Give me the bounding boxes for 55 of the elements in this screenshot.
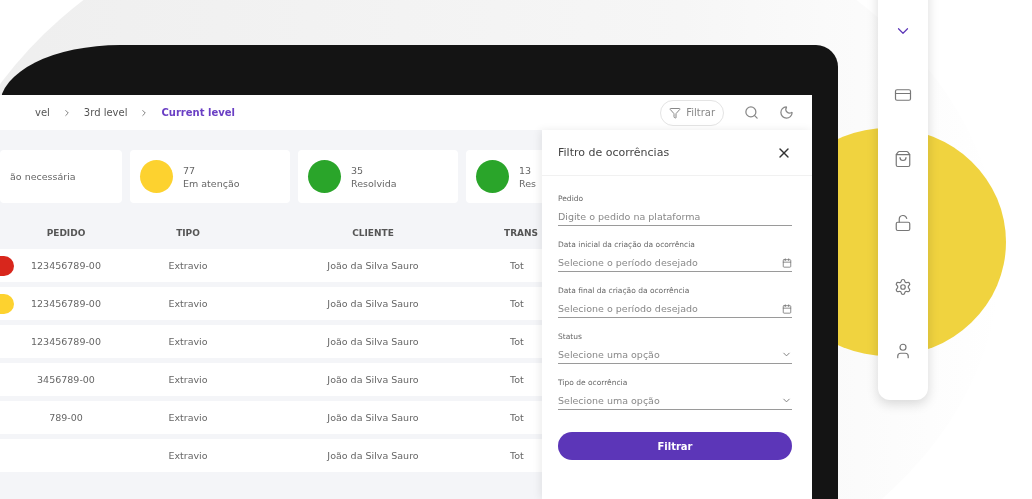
- table-cell-text: 789-00: [48, 412, 84, 423]
- table-cell-text: João da Silva Sauro: [325, 336, 420, 347]
- date-field[interactable]: Selecione o período desejado: [558, 254, 778, 271]
- filter-icon: [669, 106, 682, 119]
- table-cell-text: 123456789-00: [30, 260, 102, 271]
- breadcrumb-link[interactable]: Current level: [161, 107, 235, 118]
- table-cell-text: Tot: [509, 374, 525, 385]
- settings-icon[interactable]: [894, 278, 912, 296]
- unlocked-padlock-icon[interactable]: [894, 214, 912, 232]
- select-field[interactable]: Selecione uma opção: [558, 392, 777, 409]
- panel-title: Filtro de ocorrências: [558, 146, 670, 159]
- dark-mode-button[interactable]: [779, 105, 794, 120]
- table-cell-text: Tot: [509, 260, 525, 271]
- table-cell-text: Extravio: [167, 412, 209, 423]
- table-cell-text: João da Silva Sauro: [325, 260, 420, 271]
- card-label: ão necessária: [10, 171, 76, 182]
- calendar-icon: [782, 303, 792, 314]
- card-count: 13: [519, 164, 533, 176]
- breadcrumb-link[interactable]: vel: [35, 107, 50, 118]
- table-cell-text: 3456789-00: [36, 374, 96, 385]
- table-cell-text: Tot: [509, 336, 525, 347]
- table-cell-text: João da Silva Sauro: [325, 298, 420, 309]
- table-cell-text: Extravio: [167, 336, 209, 347]
- user-icon[interactable]: [894, 342, 912, 360]
- bag-icon[interactable]: [894, 150, 912, 168]
- card-count: 35: [351, 164, 365, 176]
- filter-button[interactable]: Filtrar: [660, 99, 724, 126]
- breadcrumb-link[interactable]: 3rd level: [83, 107, 128, 118]
- column-header: TIPO: [175, 228, 201, 238]
- column-header: PEDIDO: [45, 228, 87, 238]
- filter-submit-button[interactable]: Filtrar: [558, 432, 792, 460]
- table-cell-text: João da Silva Sauro: [325, 450, 420, 461]
- table-cell-text: Extravio: [167, 260, 209, 271]
- table-cell-text: João da Silva Sauro: [325, 374, 420, 385]
- card-label: Em atenção: [183, 177, 240, 189]
- input-field[interactable]: Digite o pedido na plataforma: [558, 208, 792, 225]
- table-cell-text: João da Silva Sauro: [325, 412, 420, 423]
- column-header: TRANS: [503, 228, 540, 238]
- search-button[interactable]: [744, 105, 759, 120]
- table-cell-text: Extravio: [167, 450, 209, 461]
- date-field[interactable]: Selecione o período desejado: [558, 300, 778, 317]
- table-cell-text: Extravio: [167, 298, 209, 309]
- table-cell-text: Tot: [509, 298, 525, 309]
- card-count: 77: [183, 164, 197, 176]
- card-label: Resolvida: [351, 177, 397, 189]
- column-header: CLIENTE: [351, 228, 395, 238]
- table-cell-text: 123456789-00: [30, 298, 102, 309]
- select-field[interactable]: Selecione uma opção: [558, 346, 777, 363]
- table-cell-text: Tot: [509, 450, 525, 461]
- card-icon[interactable]: [894, 86, 912, 104]
- table-cell-text: Extravio: [167, 374, 209, 385]
- table-cell-text: Tot: [509, 412, 525, 423]
- table-cell-text: 123456789-00: [30, 336, 102, 347]
- card-label: Res: [519, 177, 536, 189]
- calendar-icon: [782, 257, 792, 268]
